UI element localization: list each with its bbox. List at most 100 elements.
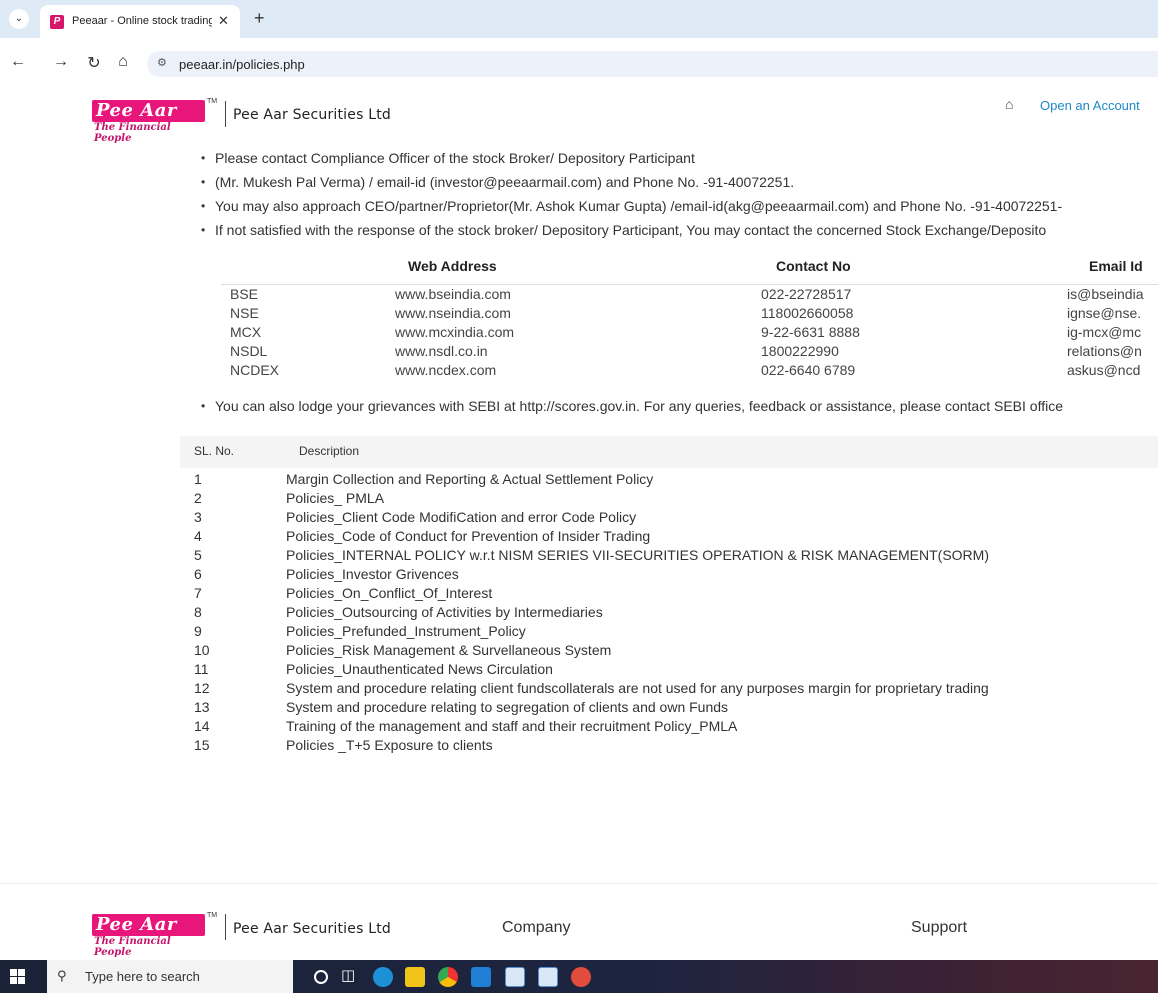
table-row[interactable]: 10 Policies_Risk Management & Survellaneo…	[180, 641, 1158, 660]
address-bar-row: ← → ↻ ⌂ ⚙ peeaar.in/policies.php	[0, 38, 1158, 90]
web-address[interactable]: www.ncdex.com	[395, 362, 496, 378]
policy-link[interactable]: Margin Collection and Reporting & Actual…	[286, 471, 653, 487]
web-address[interactable]: www.mcxindia.com	[395, 324, 514, 340]
column-header: Web Address	[408, 258, 497, 274]
footer-company-heading: Company	[502, 919, 571, 936]
logo-tagline: The Financial People	[94, 936, 171, 958]
sl-no: 7	[194, 585, 202, 601]
site-info-icon[interactable]: ⚙	[157, 56, 167, 69]
policy-link[interactable]: Policies_Prefunded_Instrument_Policy	[286, 623, 526, 639]
sl-no: 11	[194, 661, 209, 677]
table-row: BSE www.bseindia.com 022-22728517 is@bse…	[221, 285, 1158, 304]
dapex-app-icon[interactable]	[505, 967, 525, 987]
brand-name: Pee Aar Securities Ltd	[233, 107, 392, 123]
back-arrow-icon[interactable]: ←	[8, 53, 28, 71]
email-id: ig-mcx@mc	[1067, 324, 1142, 340]
new-tab-icon[interactable]: +	[254, 8, 265, 29]
url-omnibox[interactable]: ⚙ peeaar.in/policies.php	[147, 51, 1158, 77]
sl-no: 6	[194, 566, 202, 582]
table-row[interactable]: 9 Policies_Prefunded_Instrument_Policy	[180, 622, 1158, 641]
exchange-name: NSE	[230, 305, 259, 321]
open-account-link[interactable]: Open an Account	[1040, 98, 1140, 113]
nav-home-icon[interactable]: ⌂	[1005, 96, 1013, 112]
column-header: SL. No.	[194, 444, 235, 458]
exchange-name: MCX	[230, 324, 262, 340]
table-row[interactable]: 3 Policies_Client Code ModifiCation and e…	[180, 508, 1158, 527]
footer-brand-name: Pee Aar Securities Ltd	[233, 921, 392, 937]
taskbar-search-box[interactable]: ⚲ Type here to search	[47, 960, 293, 993]
column-header: Email Id	[1089, 258, 1143, 274]
policy-link[interactable]: Policies_On_Conflict_Of_Interest	[286, 585, 492, 601]
exchange-name: NSDL	[230, 343, 268, 359]
table-row[interactable]: 15 Policies _T+5 Exposure to clients	[180, 736, 1158, 755]
tab-title: Peeaar - Online stock trading a	[72, 15, 212, 27]
policy-link[interactable]: Policies_Unauthenticated News Circulatio…	[286, 661, 553, 677]
email-id: ignse@nse.	[1067, 305, 1142, 321]
nsdl-app-icon[interactable]	[538, 967, 558, 987]
policy-link[interactable]: Policies_Client Code ModifiCation and er…	[286, 509, 636, 525]
table-row[interactable]: 1 Margin Collection and Reporting & Actua…	[180, 470, 1158, 489]
reload-icon[interactable]: ↻	[84, 53, 104, 73]
table-row[interactable]: 7 Policies_On_Conflict_Of_Interest	[180, 584, 1158, 603]
policy-link[interactable]: Policies_Risk Management & Survellaneous…	[286, 642, 611, 658]
home-icon[interactable]: ⌂	[113, 53, 133, 71]
app-icon[interactable]	[571, 967, 591, 987]
table-row[interactable]: 4 Policies_Code of Conduct for Prevention…	[180, 527, 1158, 546]
list-item: Please contact Compliance Officer of the…	[201, 146, 1158, 170]
exchange-contact-table: Web Address Contact No Email Id BSE www.…	[221, 254, 1158, 394]
edge-browser-icon[interactable]	[373, 967, 393, 987]
contact-number: 9-22-6631 8888	[761, 324, 860, 340]
search-icon: ⚲	[57, 968, 67, 983]
policy-link[interactable]: System and procedure relating client fun…	[286, 680, 989, 696]
forward-arrow-icon[interactable]: →	[51, 53, 71, 71]
task-view-icon[interactable]: ◫	[341, 966, 361, 986]
table-row[interactable]: 2 Policies_ PMLA	[180, 489, 1158, 508]
sebi-note-list: You can also lodge your grievances with …	[201, 394, 1158, 418]
table-row[interactable]: 11 Policies_Unauthenticated News Circulat…	[180, 660, 1158, 679]
grievance-contact-list: Please contact Compliance Officer of the…	[201, 146, 1158, 242]
web-address[interactable]: www.bseindia.com	[395, 286, 511, 302]
policy-link[interactable]: Policies_ PMLA	[286, 490, 384, 506]
policy-link[interactable]: System and procedure relating to segrega…	[286, 699, 728, 715]
footer-logo[interactable]: Pee Aar TM The Financial People	[92, 912, 217, 958]
policy-link[interactable]: Policies_Investor Grivences	[286, 566, 459, 582]
sl-no: 13	[194, 699, 210, 715]
sl-no: 12	[194, 680, 210, 696]
logo-wordmark: Pee Aar	[92, 100, 205, 122]
policy-link[interactable]: Training of the management and staff and…	[286, 718, 737, 734]
table-row[interactable]: 6 Policies_Investor Grivences	[180, 565, 1158, 584]
sl-no: 2	[194, 490, 202, 506]
browser-tab[interactable]: P Peeaar - Online stock trading a ✕	[40, 5, 240, 38]
list-item: (Mr. Mukesh Pal Verma) / email-id (inves…	[201, 170, 1158, 194]
sl-no: 5	[194, 547, 202, 563]
chrome-browser-icon[interactable]	[438, 967, 458, 987]
close-tab-icon[interactable]: ✕	[218, 13, 229, 29]
web-address[interactable]: www.nsdl.co.in	[395, 343, 488, 359]
cortana-icon[interactable]	[314, 970, 328, 984]
email-id: is@bseindia	[1067, 286, 1144, 302]
tab-search-chevron-icon[interactable]: ⌄	[9, 9, 29, 29]
policy-link[interactable]: Policies _T+5 Exposure to clients	[286, 737, 493, 753]
mail-icon[interactable]	[471, 967, 491, 987]
list-item: You can also lodge your grievances with …	[201, 394, 1158, 418]
table-row[interactable]: 13 System and procedure relating to segre…	[180, 698, 1158, 717]
table-row: NSDL www.nsdl.co.in 1800222990 relations…	[221, 342, 1158, 361]
table-row[interactable]: 8 Policies_Outsourcing of Activities by I…	[180, 603, 1158, 622]
web-address[interactable]: www.nseindia.com	[395, 305, 511, 321]
site-logo[interactable]: Pee Aar TM The Financial People	[92, 98, 217, 144]
file-explorer-icon[interactable]	[405, 967, 425, 987]
table-row: NCDEX www.ncdex.com 022-6640 6789 askus@…	[221, 361, 1158, 380]
url-text[interactable]: peeaar.in/policies.php	[179, 57, 305, 72]
table-row: NSE www.nseindia.com 118002660058 ignse@…	[221, 304, 1158, 323]
windows-start-icon[interactable]	[10, 969, 26, 985]
table-row[interactable]: 12 System and procedure relating client f…	[180, 679, 1158, 698]
policy-link[interactable]: Policies_Code of Conduct for Prevention …	[286, 528, 650, 544]
policy-link[interactable]: Policies_Outsourcing of Activities by In…	[286, 604, 603, 620]
taskbar-search-placeholder: Type here to search	[85, 969, 200, 984]
table-row[interactable]: 14 Training of the management and staff a…	[180, 717, 1158, 736]
table-row[interactable]: 5 Policies_INTERNAL POLICY w.r.t NISM SER…	[180, 546, 1158, 565]
contact-number: 022-6640 6789	[761, 362, 856, 378]
browser-tab-bar: ⌄ P Peeaar - Online stock trading a ✕ +	[0, 0, 1158, 38]
policy-link[interactable]: Policies_INTERNAL POLICY w.r.t NISM SERI…	[286, 547, 989, 563]
sl-no: 10	[194, 642, 210, 658]
